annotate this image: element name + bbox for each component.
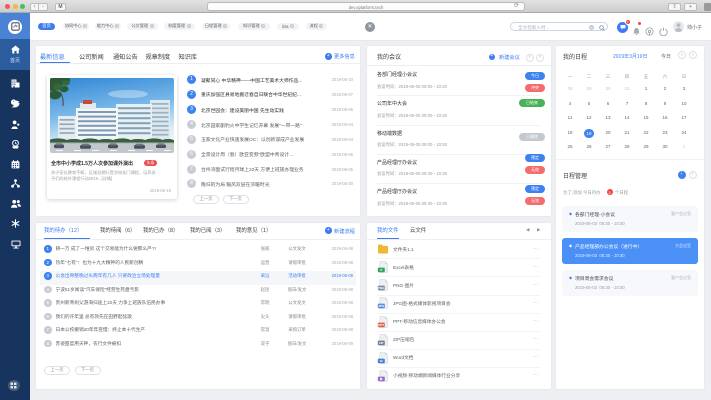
svg-text:ZIP: ZIP bbox=[379, 341, 384, 345]
svg-text:JPG: JPG bbox=[378, 305, 385, 309]
svg-text:PNG: PNG bbox=[378, 287, 385, 291]
svg-text:X: X bbox=[380, 269, 382, 273]
svg-text:W: W bbox=[380, 359, 383, 363]
svg-text:PPT: PPT bbox=[378, 323, 384, 327]
